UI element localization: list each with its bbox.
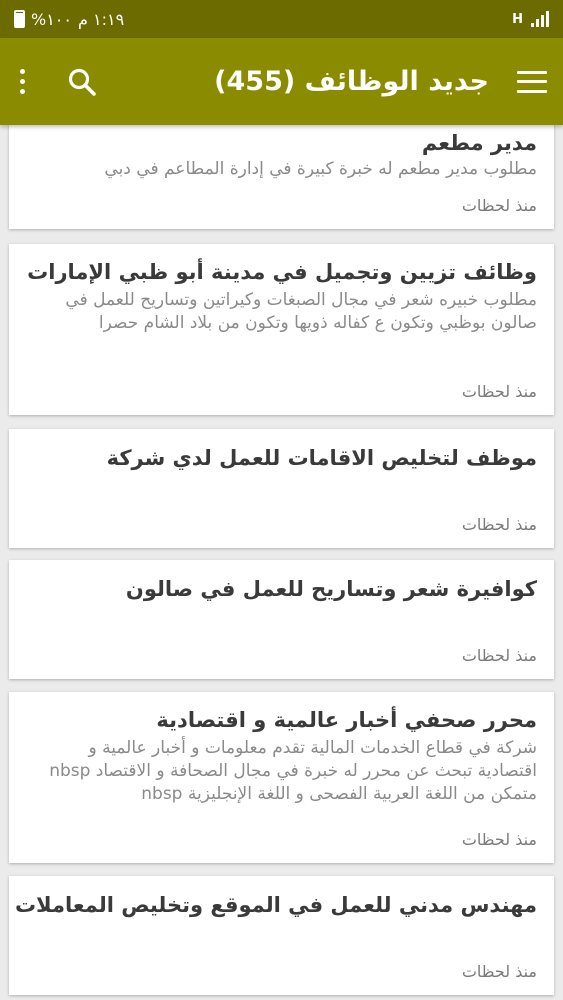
job-description: مطلوب مدير مطعم له خبرة كبيرة في إدارة ا… bbox=[104, 159, 537, 179]
battery-percent: %١٠٠ bbox=[31, 9, 72, 29]
job-title: موظف لتخليص الاقامات للعمل لدي شركة bbox=[106, 446, 537, 470]
job-title: مهندس مدني للعمل في الموقع وتخليص المعام… bbox=[14, 893, 537, 917]
network-type-icon: H bbox=[512, 11, 523, 27]
job-title: وظائف تزيين وتجميل في مدينة أبو ظبي الإم… bbox=[27, 260, 537, 284]
battery-icon bbox=[14, 10, 25, 28]
status-left: H bbox=[512, 11, 549, 27]
app-actions bbox=[16, 67, 97, 97]
more-vert-icon[interactable] bbox=[16, 69, 29, 94]
status-right: ١:١٩ م %١٠٠ bbox=[14, 10, 124, 29]
job-card[interactable]: محرر صحفي أخبار عالمية و اقتصادية شركة ف… bbox=[9, 692, 554, 863]
job-description: مطلوب خبيره شعر في مجال الصبغات وكيراتين… bbox=[65, 290, 537, 333]
job-list[interactable]: مدير مطعم مطلوب مدير مطعم له خبرة كبيرة … bbox=[0, 125, 563, 1000]
clock: ١:١٩ م bbox=[77, 9, 125, 29]
job-time: منذ لحظات bbox=[461, 196, 537, 215]
job-card[interactable]: موظف لتخليص الاقامات للعمل لدي شركة منذ … bbox=[9, 429, 554, 548]
job-time: منذ لحظات bbox=[461, 382, 537, 401]
signal-icon bbox=[531, 11, 549, 27]
search-icon[interactable] bbox=[67, 67, 97, 97]
app-bar: جديد الوظائف (455) bbox=[0, 38, 563, 125]
job-time: منذ لحظات bbox=[461, 830, 537, 849]
job-time: منذ لحظات bbox=[461, 515, 537, 534]
job-description: شركة في قطاع الخدمات المالية تقدم معلوما… bbox=[49, 738, 537, 804]
job-card[interactable]: مهندس مدني للعمل في الموقع وتخليص المعام… bbox=[9, 876, 554, 995]
job-title: كوافيرة شعر وتساريح للعمل في صالون bbox=[125, 577, 537, 601]
job-card[interactable]: مدير مطعم مطلوب مدير مطعم له خبرة كبيرة … bbox=[9, 125, 554, 229]
job-time: منذ لحظات bbox=[461, 646, 537, 665]
job-card[interactable]: وظائف تزيين وتجميل في مدينة أبو ظبي الإم… bbox=[9, 244, 554, 415]
job-title: محرر صحفي أخبار عالمية و اقتصادية bbox=[156, 708, 537, 732]
status-bar: H ١:١٩ م %١٠٠ bbox=[0, 0, 563, 38]
page-title: جديد الوظائف (455) bbox=[214, 66, 489, 97]
menu-icon[interactable] bbox=[517, 70, 547, 93]
job-card[interactable]: كوافيرة شعر وتساريح للعمل في صالون منذ ل… bbox=[9, 560, 554, 679]
job-time: منذ لحظات bbox=[461, 962, 537, 981]
job-title: مدير مطعم bbox=[421, 131, 537, 155]
